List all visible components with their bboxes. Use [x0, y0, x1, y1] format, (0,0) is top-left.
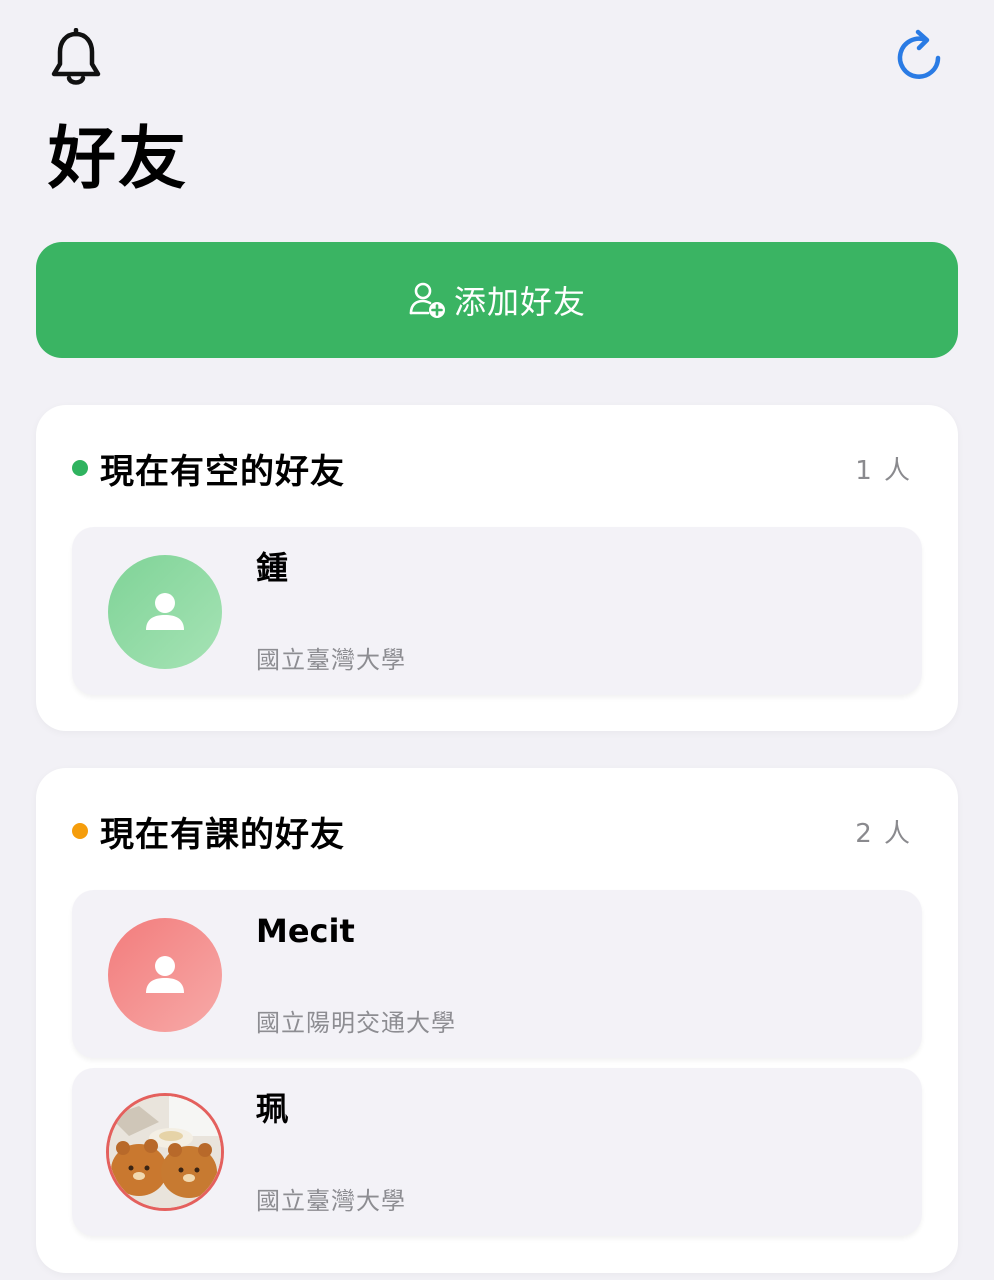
friend-row[interactable]: 珮 國立臺灣大學 [72, 1068, 922, 1236]
section-title: 現在有課的好友 [100, 814, 345, 855]
default-person-icon [146, 593, 184, 630]
section-header: 現在有課的好友 2 人 [72, 808, 912, 855]
bell-icon [51, 27, 101, 85]
avatar [108, 918, 222, 1032]
friend-row[interactable]: 鍾 國立臺灣大學 [72, 527, 922, 695]
add-friend-button[interactable]: 添加好友 [36, 242, 958, 358]
friend-school: 國立臺灣大學 [256, 1187, 406, 1215]
friend-school: 國立臺灣大學 [256, 646, 406, 674]
photo-avatar-image [109, 1096, 221, 1208]
available-status-dot [72, 460, 88, 476]
top-bar [36, 22, 958, 92]
friend-row[interactable]: Mecit 國立陽明交通大學 [72, 890, 922, 1058]
section-title: 現在有空的好友 [100, 451, 345, 492]
photo-avatar [106, 1093, 224, 1211]
friend-count: 1 人 [855, 455, 912, 486]
friend-name: 珮 [256, 1090, 289, 1128]
in-class-friends-card: 現在有課的好友 2 人 Mecit 國立陽明交通大學 珮 國立臺灣大學 [36, 768, 958, 1273]
add-friend-label: 添加好友 [453, 283, 586, 321]
friend-name: 鍾 [256, 549, 289, 587]
refresh-icon [897, 29, 941, 79]
page-title: 好友 [48, 120, 189, 199]
friend-count: 2 人 [855, 818, 912, 849]
friend-school: 國立陽明交通大學 [256, 1009, 456, 1037]
refresh-button[interactable] [894, 28, 946, 84]
in-class-status-dot [72, 823, 88, 839]
available-friends-card: 現在有空的好友 1 人 鍾 國立臺灣大學 [36, 405, 958, 731]
add-person-icon [409, 282, 445, 318]
default-person-icon [146, 956, 184, 993]
notification-button[interactable] [48, 27, 104, 88]
section-header: 現在有空的好友 1 人 [72, 445, 912, 492]
friend-name: Mecit [256, 912, 355, 950]
avatar [108, 555, 222, 669]
